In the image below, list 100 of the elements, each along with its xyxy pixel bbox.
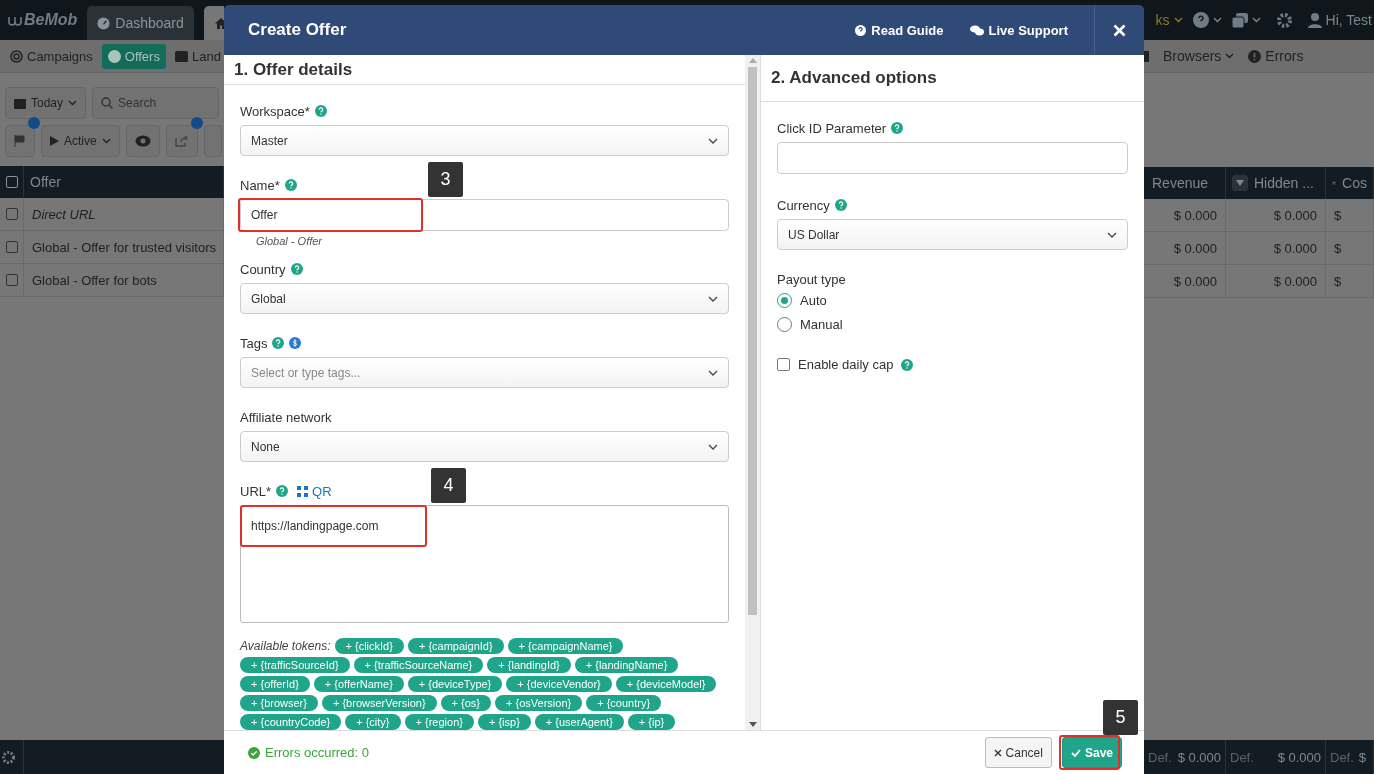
gear-icon[interactable] (2, 750, 15, 764)
token-chip[interactable]: + {countryCode} (240, 714, 342, 730)
click-id-field[interactable] (777, 142, 1128, 174)
token-chip[interactable]: + {trafficSourceName} (353, 657, 484, 673)
section-title: 1. Offer details (224, 55, 745, 85)
date-dropdown[interactable]: Today (5, 87, 87, 119)
dashboard-tab[interactable]: Dashboard (87, 6, 194, 40)
highlight-frame (1058, 735, 1120, 770)
tokens-label: Available tokens: (240, 639, 331, 653)
column-header: Cos (1342, 175, 1367, 191)
nav-tab[interactable]: Land (168, 43, 224, 69)
user-icon (1307, 12, 1322, 28)
total-label: Def. (1230, 749, 1254, 765)
checkbox-label: Enable daily cap (798, 357, 894, 372)
token-chip[interactable]: + {campaignId} (407, 638, 504, 654)
token-chip[interactable]: + {city} (345, 714, 401, 730)
logo[interactable]: BeMob (8, 11, 78, 29)
scrollbar[interactable] (745, 55, 760, 730)
gear-icon[interactable] (1276, 12, 1292, 28)
currency-select[interactable]: US Dollar (777, 219, 1128, 250)
status-dropdown[interactable]: Active (41, 125, 120, 157)
help-icon[interactable] (901, 358, 914, 371)
token-chip[interactable]: + {clickId} (334, 638, 404, 654)
offer-name: Direct URL (32, 206, 96, 222)
column-header: Revenue (1152, 175, 1209, 191)
save-button[interactable]: Save (1061, 737, 1122, 768)
help-icon[interactable] (290, 263, 303, 275)
chevron-down-icon (1107, 231, 1117, 238)
cancel-button[interactable]: Cancel (984, 737, 1052, 768)
read-guide-link[interactable]: Read Guide (855, 22, 944, 38)
chevron-down-icon (708, 295, 718, 302)
token-chip[interactable]: + {browser} (240, 695, 318, 711)
token-chip[interactable]: + {os} (440, 695, 492, 711)
menu-fragment[interactable]: ks (1155, 12, 1183, 28)
windows-menu[interactable] (1231, 12, 1261, 28)
caret-icon (101, 138, 111, 144)
token-chip[interactable]: + {userAgent} (534, 714, 624, 730)
nav-tab[interactable]: Campaigns (4, 43, 99, 69)
money-cell: $ 0.000 (1273, 273, 1317, 289)
check-circle-icon (248, 746, 260, 759)
help-icon[interactable] (284, 179, 297, 191)
alert-icon (1248, 49, 1262, 63)
dollar-icon (289, 337, 302, 349)
radio-label: Manual (800, 317, 843, 332)
errors-tab[interactable]: Errors (1248, 48, 1304, 64)
daily-cap-checkbox[interactable] (777, 358, 790, 371)
live-support-link[interactable]: Live Support (969, 22, 1068, 38)
token-chip[interactable]: + {trafficSourceId} (240, 657, 350, 673)
flag-button[interactable] (5, 125, 35, 157)
token-chip[interactable]: + {offerId} (240, 676, 310, 692)
help-icon[interactable] (276, 485, 289, 497)
step-number: 4 (431, 468, 466, 503)
scroll-down-icon (748, 722, 757, 727)
user-menu[interactable]: Hi, Test (1307, 12, 1372, 28)
eye-icon (134, 135, 151, 147)
affiliate-network-select[interactable]: None (240, 431, 729, 462)
row-checkbox[interactable] (6, 274, 18, 286)
caret-icon (1225, 53, 1235, 59)
help-menu[interactable] (1192, 12, 1222, 28)
token-chip[interactable]: + {landingId} (487, 657, 571, 673)
token-chip[interactable]: + {deviceType} (407, 676, 503, 692)
tags-select[interactable]: Select or type tags... (240, 357, 729, 388)
token-chip[interactable]: + {offerName} (313, 676, 404, 692)
help-icon[interactable] (314, 105, 327, 117)
column-header: Offer (30, 174, 61, 190)
token-chip[interactable]: + {isp} (477, 714, 531, 730)
share-button[interactable] (165, 125, 198, 157)
token-chip[interactable]: + {browserVersion} (321, 695, 437, 711)
name-field[interactable]: Offer (240, 199, 729, 231)
token-chip[interactable]: + {landingName} (574, 657, 679, 673)
logo-icon (8, 14, 22, 26)
eye-button[interactable] (125, 125, 160, 157)
url-field[interactable]: https://landingpage.com (240, 505, 729, 623)
country-select[interactable]: Global (240, 283, 729, 314)
token-chip[interactable]: + {deviceVendor} (506, 676, 612, 692)
token-chip[interactable]: + {country} (586, 695, 662, 711)
field-label: Name* (240, 177, 280, 193)
help-icon[interactable] (272, 337, 285, 349)
row-checkbox[interactable] (6, 241, 18, 253)
field-label: URL* (240, 483, 272, 499)
field-label: Country (240, 261, 286, 277)
help-icon[interactable] (834, 199, 847, 211)
token-chip[interactable]: + {deviceModel} (615, 676, 717, 692)
token-chip[interactable]: + {osVersion} (495, 695, 583, 711)
qr-link[interactable]: QR (297, 483, 332, 499)
search-field[interactable]: Search (92, 87, 219, 119)
browsers-dropdown[interactable]: Browsers (1163, 48, 1235, 64)
nav-tab[interactable]: Offers (101, 43, 166, 69)
home-icon (213, 16, 224, 30)
workspace-select[interactable]: Master (240, 125, 729, 156)
help-icon[interactable] (891, 122, 904, 134)
chevron-down-icon (708, 137, 718, 144)
token-chip[interactable]: + {ip} (627, 714, 676, 730)
offer-name: Global - Offer for bots (32, 272, 157, 288)
token-chip[interactable]: + {region} (404, 714, 474, 730)
header-checkbox[interactable] (6, 176, 18, 188)
row-checkbox[interactable] (6, 208, 18, 220)
field-label: Currency (777, 197, 830, 213)
offer-name: Global - Offer for trusted visitors (32, 239, 216, 255)
token-chip[interactable]: + {campaignName} (507, 638, 624, 654)
